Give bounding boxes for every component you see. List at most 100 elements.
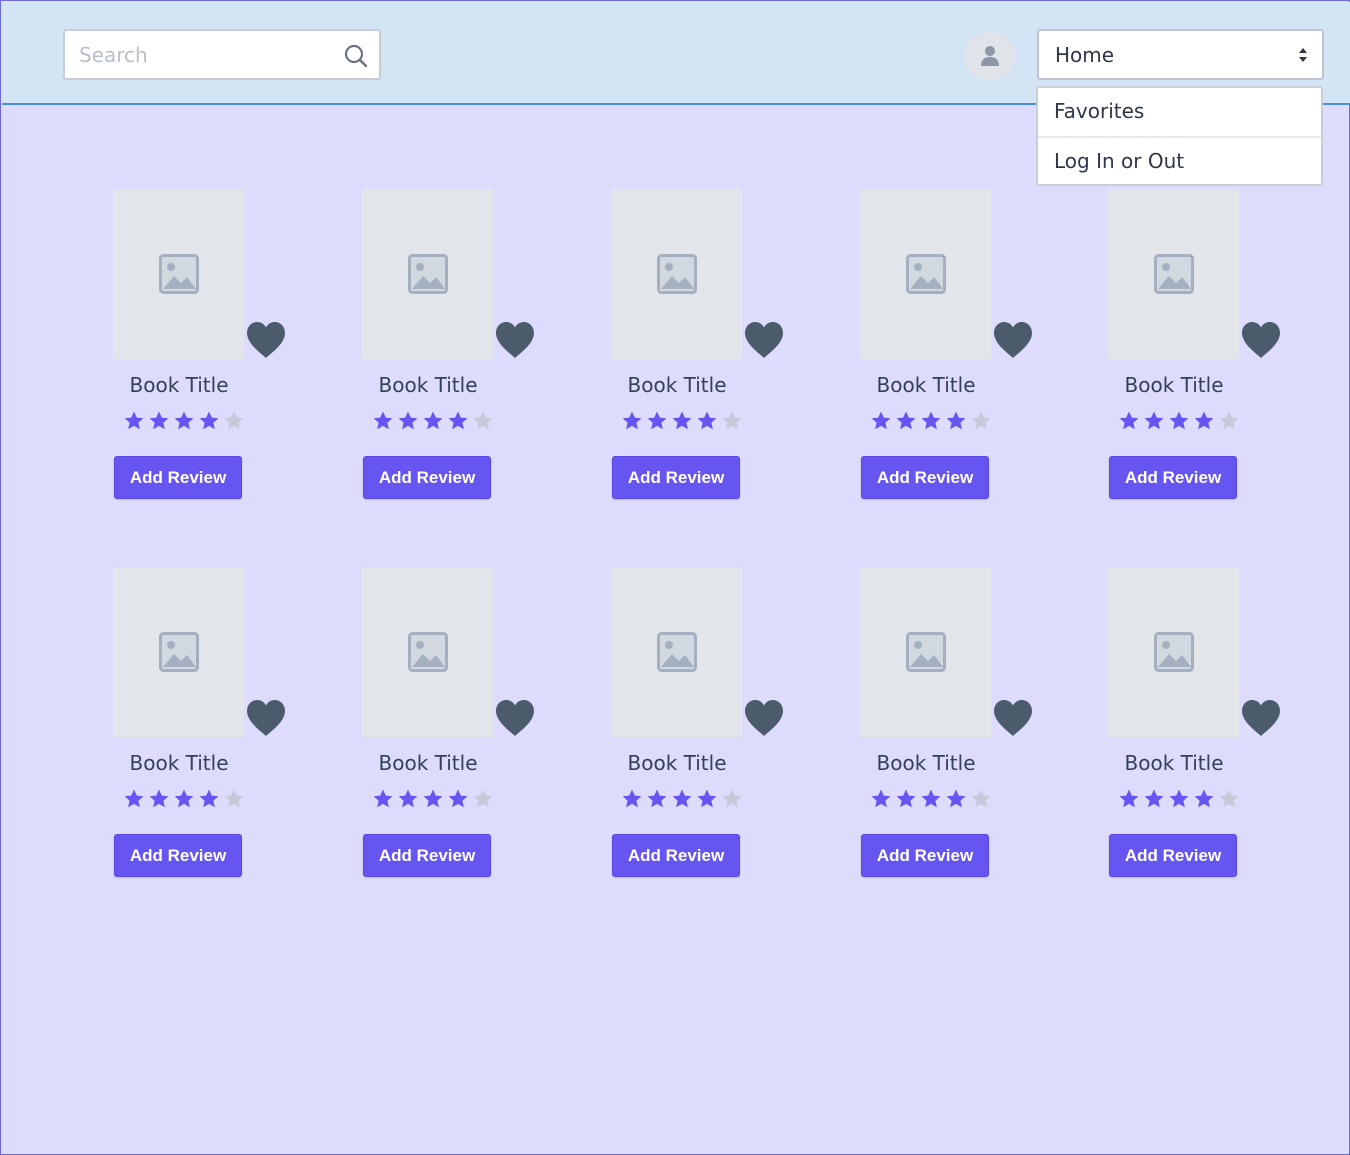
star-filled-icon[interactable] (372, 788, 394, 810)
dropdown-item-favorites[interactable]: Favorites (1038, 88, 1321, 136)
star-filled-icon[interactable] (173, 788, 195, 810)
add-review-button[interactable]: Add Review (363, 834, 491, 877)
star-rating[interactable] (870, 410, 992, 434)
add-review-button[interactable]: Add Review (1109, 834, 1237, 877)
star-empty-icon[interactable] (472, 410, 494, 432)
star-filled-icon[interactable] (945, 788, 967, 810)
star-filled-icon[interactable] (397, 410, 419, 432)
star-filled-icon[interactable] (1168, 788, 1190, 810)
search-input[interactable] (79, 41, 329, 69)
star-filled-icon[interactable] (422, 410, 444, 432)
star-filled-icon[interactable] (173, 410, 195, 432)
star-empty-icon[interactable] (223, 788, 245, 810)
favorite-heart-icon[interactable] (744, 699, 784, 737)
star-filled-icon[interactable] (870, 410, 892, 432)
star-empty-icon[interactable] (970, 788, 992, 810)
star-rating[interactable] (870, 788, 992, 812)
star-filled-icon[interactable] (671, 788, 693, 810)
favorite-heart-icon[interactable] (246, 321, 286, 359)
star-rating[interactable] (1118, 788, 1240, 812)
star-filled-icon[interactable] (198, 410, 220, 432)
add-review-button[interactable]: Add Review (612, 456, 740, 499)
book-cover[interactable] (611, 189, 742, 359)
star-rating[interactable] (621, 410, 743, 434)
book-card: Book Title Add Review (850, 189, 1050, 509)
star-filled-icon[interactable] (1118, 788, 1140, 810)
favorite-heart-icon[interactable] (993, 699, 1033, 737)
star-filled-icon[interactable] (1193, 788, 1215, 810)
star-filled-icon[interactable] (1143, 410, 1165, 432)
favorite-heart-icon[interactable] (495, 699, 535, 737)
star-filled-icon[interactable] (1118, 410, 1140, 432)
book-cover[interactable] (1108, 567, 1239, 737)
star-empty-icon[interactable] (1218, 788, 1240, 810)
add-review-button[interactable]: Add Review (861, 456, 989, 499)
star-filled-icon[interactable] (1193, 410, 1215, 432)
star-filled-icon[interactable] (895, 410, 917, 432)
star-filled-icon[interactable] (1143, 788, 1165, 810)
star-filled-icon[interactable] (621, 788, 643, 810)
add-review-button[interactable]: Add Review (612, 834, 740, 877)
book-cover[interactable] (860, 567, 991, 737)
favorite-heart-icon[interactable] (1241, 321, 1281, 359)
star-filled-icon[interactable] (920, 410, 942, 432)
star-filled-icon[interactable] (148, 788, 170, 810)
star-rating[interactable] (123, 788, 245, 812)
star-filled-icon[interactable] (198, 788, 220, 810)
add-review-button[interactable]: Add Review (1109, 456, 1237, 499)
favorite-heart-icon[interactable] (246, 699, 286, 737)
star-filled-icon[interactable] (646, 788, 668, 810)
star-empty-icon[interactable] (1218, 410, 1240, 432)
star-rating[interactable] (1118, 410, 1240, 434)
favorite-heart-icon[interactable] (1241, 699, 1281, 737)
star-filled-icon[interactable] (372, 410, 394, 432)
star-empty-icon[interactable] (721, 410, 743, 432)
star-filled-icon[interactable] (397, 788, 419, 810)
avatar[interactable] (964, 32, 1016, 80)
star-filled-icon[interactable] (123, 410, 145, 432)
star-filled-icon[interactable] (696, 788, 718, 810)
star-filled-icon[interactable] (621, 410, 643, 432)
add-review-button[interactable]: Add Review (861, 834, 989, 877)
book-cover[interactable] (362, 567, 493, 737)
add-review-button[interactable]: Add Review (363, 456, 491, 499)
star-empty-icon[interactable] (721, 788, 743, 810)
star-rating[interactable] (372, 410, 494, 434)
search-icon[interactable] (343, 43, 369, 69)
star-filled-icon[interactable] (696, 410, 718, 432)
star-filled-icon[interactable] (447, 410, 469, 432)
nav-select[interactable]: Home (1037, 29, 1324, 80)
star-filled-icon[interactable] (671, 410, 693, 432)
star-filled-icon[interactable] (646, 410, 668, 432)
star-filled-icon[interactable] (148, 410, 170, 432)
book-cover[interactable] (113, 567, 244, 737)
star-filled-icon[interactable] (920, 788, 942, 810)
star-filled-icon[interactable] (895, 788, 917, 810)
add-review-button[interactable]: Add Review (114, 834, 242, 877)
star-filled-icon[interactable] (1168, 410, 1190, 432)
search-box[interactable] (63, 29, 381, 80)
star-filled-icon[interactable] (123, 788, 145, 810)
star-filled-icon[interactable] (422, 788, 444, 810)
book-card: Book Title Add Review (601, 567, 801, 887)
star-filled-icon[interactable] (945, 410, 967, 432)
star-rating[interactable] (621, 788, 743, 812)
book-cover[interactable] (113, 189, 244, 359)
star-filled-icon[interactable] (870, 788, 892, 810)
star-empty-icon[interactable] (472, 788, 494, 810)
dropdown-item-login[interactable]: Log In or Out (1038, 136, 1321, 184)
star-empty-icon[interactable] (223, 410, 245, 432)
star-rating[interactable] (123, 410, 245, 434)
favorite-heart-icon[interactable] (993, 321, 1033, 359)
book-cover[interactable] (1108, 189, 1239, 359)
book-cover[interactable] (362, 189, 493, 359)
book-cover[interactable] (860, 189, 991, 359)
add-review-button[interactable]: Add Review (114, 456, 242, 499)
favorite-heart-icon[interactable] (744, 321, 784, 359)
star-filled-icon[interactable] (447, 788, 469, 810)
star-rating[interactable] (372, 788, 494, 812)
favorite-heart-icon[interactable] (495, 321, 535, 359)
book-cover[interactable] (611, 567, 742, 737)
image-placeholder-icon (408, 254, 448, 294)
star-empty-icon[interactable] (970, 410, 992, 432)
